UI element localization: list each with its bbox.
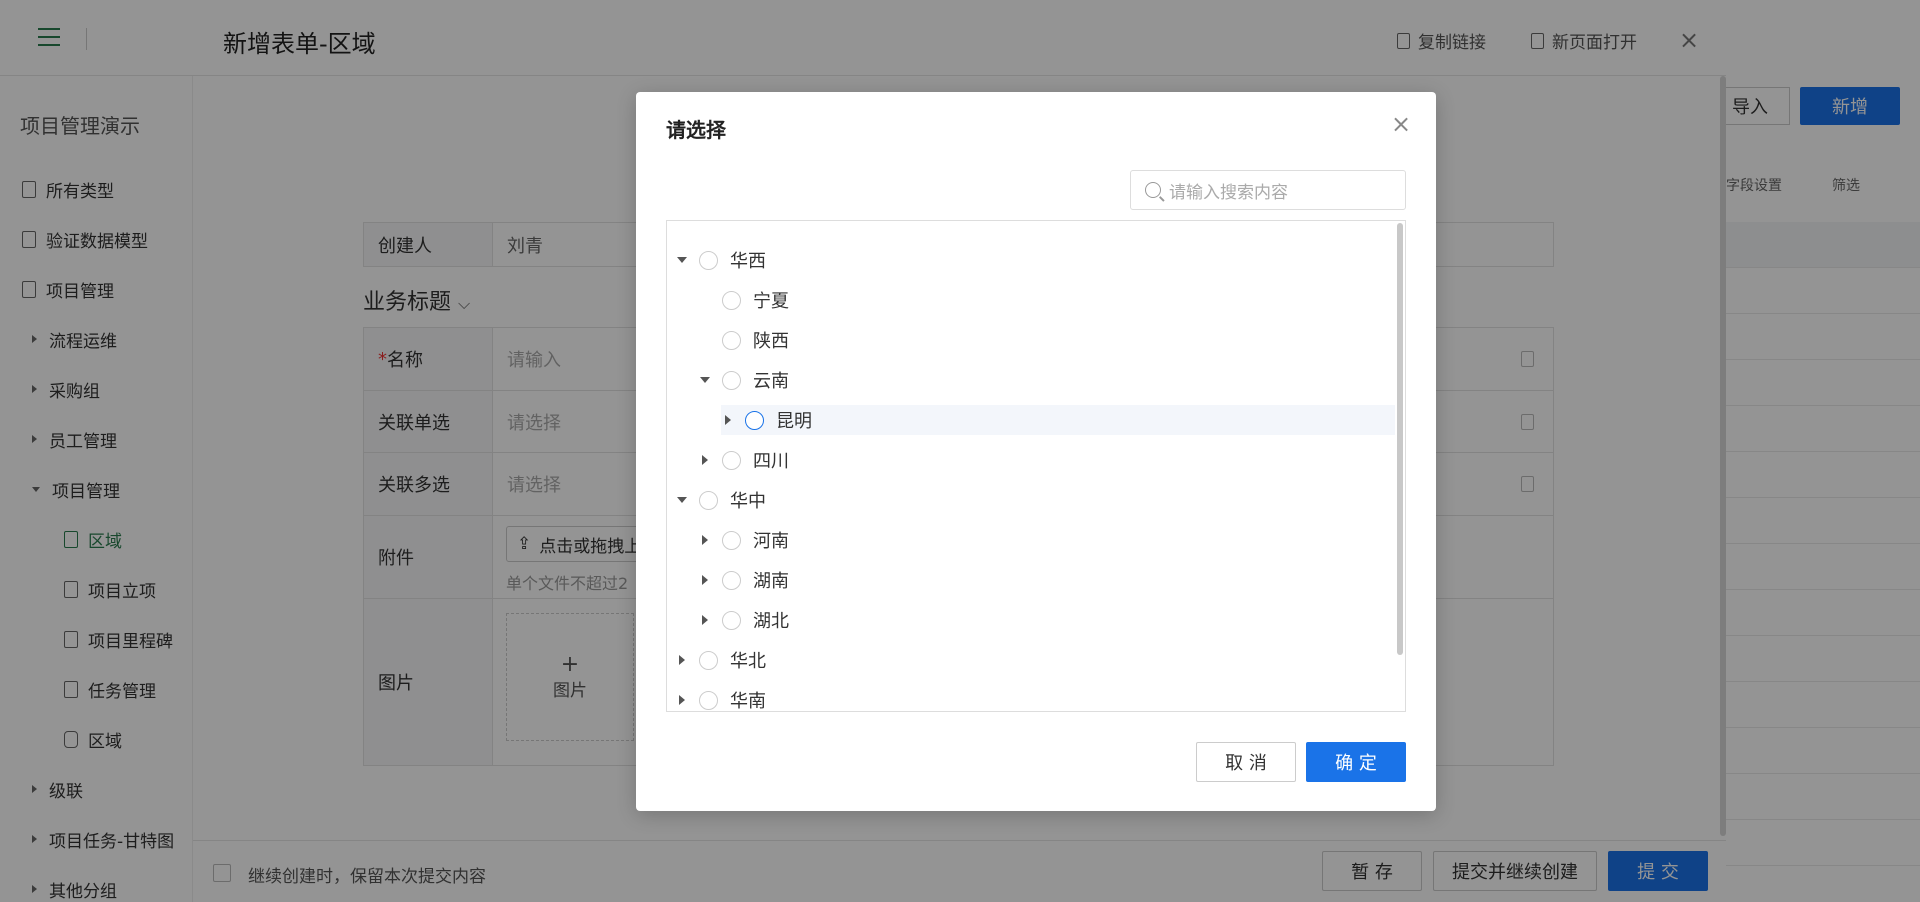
tree-node-label: 湖南 bbox=[753, 571, 789, 592]
search-icon bbox=[1145, 182, 1161, 198]
tree-node-radio[interactable] bbox=[722, 330, 741, 350]
tree-node-label: 宁夏 bbox=[753, 291, 789, 312]
tree-node[interactable]: 陕西 bbox=[698, 325, 1395, 355]
tree-node-radio[interactable] bbox=[722, 450, 741, 470]
tree-node[interactable]: 华中 bbox=[675, 485, 1395, 515]
caret-right-icon[interactable] bbox=[675, 653, 689, 667]
caret-right-icon[interactable] bbox=[721, 413, 735, 427]
tree-node-radio[interactable] bbox=[699, 490, 718, 510]
confirm-button[interactable]: 确 定 bbox=[1306, 742, 1406, 782]
tree-node-radio[interactable] bbox=[699, 690, 718, 710]
region-tree: 华西宁夏陕西云南昆明四川华中河南湖南湖北华北华南 bbox=[666, 220, 1406, 712]
tree-node[interactable]: 河南 bbox=[698, 525, 1395, 555]
tree-node-label: 陕西 bbox=[753, 331, 789, 352]
caret-right-icon[interactable] bbox=[698, 533, 712, 547]
tree-node-radio[interactable] bbox=[745, 410, 764, 430]
tree-node[interactable]: 四川 bbox=[698, 445, 1395, 475]
tree-node[interactable]: 华南 bbox=[675, 685, 1395, 712]
select-dialog: 请选择 × 请输入搜索内容 华西宁夏陕西云南昆明四川华中河南湖南湖北华北华南 取… bbox=[636, 92, 1436, 811]
tree-node-label: 华南 bbox=[730, 691, 766, 712]
tree-node[interactable]: 云南 bbox=[698, 365, 1395, 395]
caret-down-icon[interactable] bbox=[675, 253, 689, 267]
tree-node-radio[interactable] bbox=[722, 530, 741, 550]
tree-node[interactable]: 华西 bbox=[675, 245, 1395, 275]
tree-node-label: 云南 bbox=[753, 371, 789, 392]
caret-right-icon[interactable] bbox=[698, 613, 712, 627]
dialog-close-icon[interactable]: × bbox=[1391, 110, 1411, 138]
tree-node-radio[interactable] bbox=[722, 290, 741, 310]
tree-node[interactable]: 昆明 bbox=[721, 405, 1395, 435]
tree-node-label: 华西 bbox=[730, 251, 766, 272]
tree-node-radio[interactable] bbox=[699, 250, 718, 270]
dialog-title: 请选择 bbox=[666, 118, 726, 142]
tree-node-radio[interactable] bbox=[722, 570, 741, 590]
tree-node[interactable]: 宁夏 bbox=[698, 285, 1395, 315]
tree-node[interactable]: 湖南 bbox=[698, 565, 1395, 595]
caret-down-icon[interactable] bbox=[698, 373, 712, 387]
tree-node-label: 华中 bbox=[730, 491, 766, 512]
tree-node-radio[interactable] bbox=[722, 370, 741, 390]
tree-node[interactable]: 华北 bbox=[675, 645, 1395, 675]
caret-right-icon[interactable] bbox=[675, 693, 689, 707]
tree-node-label: 华北 bbox=[730, 651, 766, 672]
search-placeholder: 请输入搜索内容 bbox=[1169, 182, 1288, 203]
tree-search-input[interactable]: 请输入搜索内容 bbox=[1130, 170, 1406, 210]
tree-node-radio[interactable] bbox=[722, 610, 741, 630]
tree-node-label: 昆明 bbox=[776, 411, 812, 432]
caret-right-icon[interactable] bbox=[698, 573, 712, 587]
caret-right-icon[interactable] bbox=[698, 453, 712, 467]
tree-node-label: 湖北 bbox=[753, 611, 789, 632]
cancel-button[interactable]: 取 消 bbox=[1196, 742, 1296, 782]
tree-node-radio[interactable] bbox=[699, 650, 718, 670]
tree-node[interactable]: 湖北 bbox=[698, 605, 1395, 635]
tree-node-label: 四川 bbox=[753, 451, 789, 472]
caret-down-icon[interactable] bbox=[675, 493, 689, 507]
tree-node-label: 河南 bbox=[753, 531, 789, 552]
tree-scrollbar[interactable] bbox=[1397, 223, 1403, 655]
